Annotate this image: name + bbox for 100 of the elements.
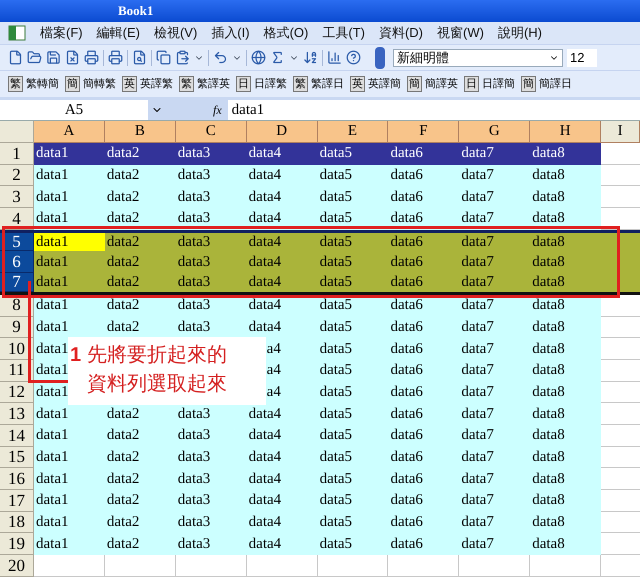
menu-item[interactable]: 視窗(W): [437, 23, 484, 43]
table-cell: data4: [246, 403, 318, 425]
table-cell: data7: [459, 403, 530, 425]
table-cell: data4: [246, 164, 318, 186]
menu-item[interactable]: 說明(H): [498, 23, 542, 43]
copy-icon[interactable]: [156, 50, 171, 65]
formula-field[interactable]: data1: [228, 100, 640, 120]
menu-item[interactable]: 檔案(F): [40, 23, 83, 43]
table-cell: data6: [388, 338, 460, 360]
column-header[interactable]: A: [34, 121, 105, 143]
table-cell: data6: [388, 382, 460, 404]
table-cell: data2: [104, 490, 176, 512]
print-icon[interactable]: [84, 50, 99, 65]
column-header[interactable]: G: [459, 121, 530, 143]
row-header[interactable]: 18: [0, 512, 34, 534]
column-header[interactable]: C: [176, 121, 247, 143]
new-file-icon[interactable]: [8, 50, 23, 65]
translate-button[interactable]: 繁譯英: [197, 76, 230, 92]
row-header[interactable]: 20: [0, 555, 34, 577]
table-cell: data5: [318, 468, 388, 490]
undo-icon[interactable]: [213, 50, 228, 65]
help-icon[interactable]: [346, 50, 361, 65]
table-cell: data6: [388, 533, 460, 556]
translate-button[interactable]: 日譯簡: [482, 76, 515, 92]
table-cell: data5: [318, 360, 388, 382]
row-header[interactable]: 19: [0, 533, 34, 556]
row-header[interactable]: 2: [0, 164, 34, 186]
row-header[interactable]: 3: [0, 186, 34, 208]
chart-icon[interactable]: [327, 50, 342, 65]
font-select[interactable]: 新細明體: [393, 48, 563, 66]
glyph-icon: 繁: [8, 76, 23, 92]
table-cell: data4: [246, 251, 318, 274]
translate-button[interactable]: 簡譯英: [425, 76, 458, 92]
row-header[interactable]: 15: [0, 446, 34, 468]
table-cell: data1: [34, 143, 105, 165]
sort-icon[interactable]: [303, 50, 318, 65]
menu-item[interactable]: 工具(T): [322, 23, 365, 43]
table-cell: data5: [318, 143, 388, 165]
save-icon[interactable]: [46, 50, 61, 65]
table-cell: data4: [246, 512, 318, 534]
translate-button[interactable]: 簡轉繁: [83, 76, 116, 92]
glyph-icon: 英: [350, 76, 365, 92]
column-header[interactable]: B: [104, 121, 176, 143]
menu-item[interactable]: 資料(D): [378, 23, 424, 43]
translate-button[interactable]: 簡譯日: [539, 76, 572, 92]
translate-button[interactable]: 英譯繁: [140, 76, 173, 92]
row-header[interactable]: 10: [0, 338, 34, 360]
table-cell: data1: [34, 403, 105, 425]
table-cell: data8: [530, 446, 602, 468]
column-header[interactable]: I: [601, 121, 640, 143]
table-cell: data7: [459, 316, 530, 338]
row-header[interactable]: 5: [0, 232, 34, 252]
table-cell: data8: [530, 512, 602, 534]
translate-button[interactable]: 繁轉簡: [26, 76, 59, 92]
glyph-icon: 繁: [179, 76, 194, 92]
column-header[interactable]: H: [530, 121, 602, 143]
table-cell: data4: [246, 468, 318, 490]
table-cell: data7: [459, 533, 530, 556]
sigma-icon[interactable]: [270, 50, 285, 65]
table-cell: data6: [388, 490, 460, 512]
table-cell: data8: [530, 143, 602, 165]
table-cell: data4: [246, 232, 318, 252]
table-cell: data4: [246, 316, 318, 338]
translate-button[interactable]: 英譯簡: [368, 76, 401, 92]
folder-icon[interactable]: [27, 50, 42, 65]
table-cell: data1: [34, 446, 105, 468]
globe-icon[interactable]: [251, 50, 266, 65]
file-icon[interactable]: [65, 50, 80, 65]
menu-item[interactable]: 編輯(E): [96, 23, 140, 43]
search-icon[interactable]: [132, 50, 147, 65]
row-header[interactable]: 14: [0, 424, 34, 447]
row-header[interactable]: 17: [0, 490, 34, 512]
row-header[interactable]: 13: [0, 403, 34, 425]
menu-item[interactable]: 插入(I): [211, 23, 250, 43]
function-button[interactable]: fx: [213, 101, 222, 119]
row-header[interactable]: 12: [0, 382, 34, 404]
menu-item[interactable]: 格式(O): [264, 23, 308, 43]
translate-button[interactable]: 繁譯日: [311, 76, 344, 92]
paste-icon[interactable]: [175, 50, 190, 65]
row-header[interactable]: 16: [0, 468, 34, 490]
column-header[interactable]: D: [246, 121, 318, 143]
column-header[interactable]: F: [388, 121, 460, 143]
table-cell: data5: [318, 338, 388, 360]
menu-item[interactable]: 檢視(V): [154, 23, 198, 43]
spreadsheet-icon: [8, 25, 26, 41]
name-box[interactable]: A5: [0, 100, 148, 120]
table-cell: data1: [34, 424, 105, 447]
row-header[interactable]: 6: [0, 251, 34, 274]
table-cell: data3: [176, 232, 247, 252]
column-header[interactable]: E: [318, 121, 388, 143]
table-cell: data6: [388, 143, 460, 165]
toolbar-handle[interactable]: [375, 46, 385, 68]
table-cell: data5: [318, 251, 388, 274]
printer-icon[interactable]: [108, 50, 123, 65]
translate-button[interactable]: 日譯繁: [254, 76, 287, 92]
table-cell: data3: [176, 273, 247, 292]
font-size-select[interactable]: 12: [567, 48, 597, 66]
row-header[interactable]: 1: [0, 143, 34, 165]
table-cell: data3: [176, 533, 247, 556]
table-cell: data1: [34, 490, 105, 512]
